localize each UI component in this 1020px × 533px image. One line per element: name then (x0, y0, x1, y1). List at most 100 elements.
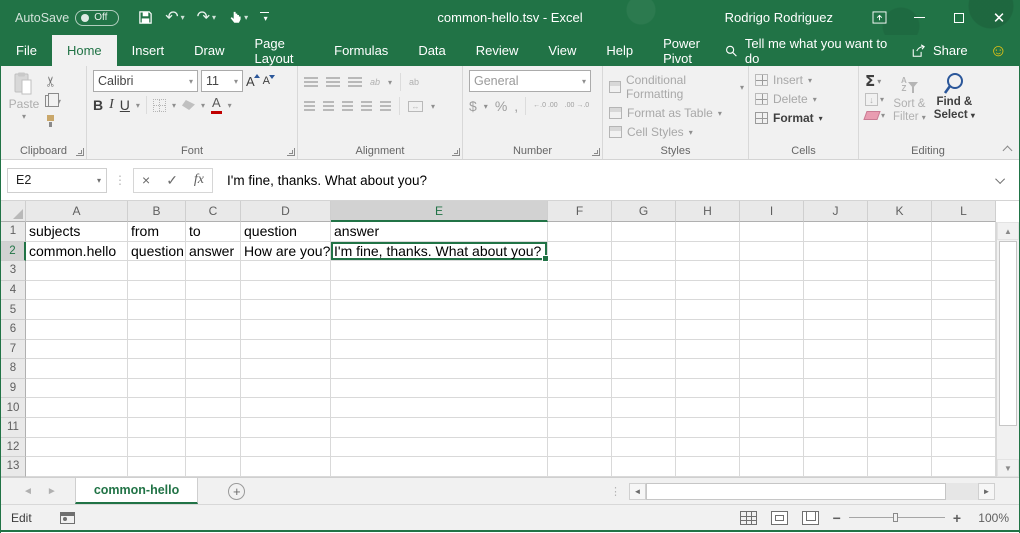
cell-B13[interactable] (128, 457, 186, 477)
fill-color-button[interactable] (182, 100, 195, 110)
cell-E13[interactable] (331, 457, 548, 477)
vertical-scrollbar-thumb[interactable] (999, 241, 1017, 426)
column-header-I[interactable]: I (740, 201, 804, 222)
cell-D6[interactable] (241, 320, 331, 340)
row-header-8[interactable]: 8 (1, 359, 26, 379)
ribbon-tab-file[interactable]: File (1, 35, 52, 66)
cell-A7[interactable] (26, 340, 128, 360)
cell-B12[interactable] (128, 438, 186, 458)
ribbon-tab-draw[interactable]: Draw (179, 35, 239, 66)
copy-button[interactable]: ▾ (45, 93, 61, 109)
maximize-button[interactable] (939, 0, 979, 35)
cell-E1[interactable]: answer (331, 222, 548, 242)
cell-G5[interactable] (612, 300, 676, 320)
vertical-scrollbar-track[interactable] (997, 427, 1019, 459)
cell-A4[interactable] (26, 281, 128, 301)
customize-qat-button[interactable]: ▾ (255, 5, 274, 31)
cell-G11[interactable] (612, 418, 676, 438)
cell-F10[interactable] (548, 398, 612, 418)
cell-A6[interactable] (26, 320, 128, 340)
cell-L1[interactable] (932, 222, 996, 242)
cell-A9[interactable] (26, 379, 128, 399)
comma-format-button[interactable]: , (514, 98, 518, 114)
cell-F11[interactable] (548, 418, 612, 438)
find-select-button[interactable]: Find & Select ▾ (934, 72, 975, 142)
touch-mouse-mode-button[interactable]: ▾ (223, 5, 253, 31)
autosum-button[interactable]: Σ▾ (865, 72, 885, 90)
cell-A12[interactable] (26, 438, 128, 458)
select-all-button[interactable] (1, 201, 26, 222)
cell-K13[interactable] (868, 457, 932, 477)
cell-K7[interactable] (868, 340, 932, 360)
scroll-down-arrow[interactable]: ▼ (997, 459, 1019, 477)
cell-K1[interactable] (868, 222, 932, 242)
cell-D8[interactable] (241, 359, 331, 379)
cell-B7[interactable] (128, 340, 186, 360)
cell-I11[interactable] (740, 418, 804, 438)
cut-button[interactable]: ✂ (45, 73, 61, 89)
cell-G4[interactable] (612, 281, 676, 301)
row-header-9[interactable]: 9 (1, 379, 26, 399)
cell-H13[interactable] (676, 457, 740, 477)
cell-B1[interactable]: from (128, 222, 186, 242)
tell-me-box[interactable]: Tell me what you want to do (725, 36, 889, 66)
cell-H8[interactable] (676, 359, 740, 379)
underline-button[interactable]: U (120, 97, 130, 113)
cell-H6[interactable] (676, 320, 740, 340)
cell-F4[interactable] (548, 281, 612, 301)
cell-B8[interactable] (128, 359, 186, 379)
cell-E11[interactable] (331, 418, 548, 438)
underline-dropdown-icon[interactable]: ▾ (136, 101, 140, 110)
cell-C1[interactable]: to (186, 222, 241, 242)
conditional-formatting-button[interactable]: Conditional Formatting▾ (609, 73, 744, 101)
cell-H10[interactable] (676, 398, 740, 418)
sheet-tab-common-hello[interactable]: common-hello (75, 478, 198, 504)
previous-sheet-arrow[interactable]: ◄ (23, 486, 33, 497)
cell-F13[interactable] (548, 457, 612, 477)
cell-I10[interactable] (740, 398, 804, 418)
cell-J3[interactable] (804, 261, 868, 281)
horizontal-scrollbar-track[interactable] (946, 483, 978, 500)
zoom-in-button[interactable]: + (953, 510, 961, 526)
increase-indent-button[interactable] (380, 101, 391, 111)
cell-B9[interactable] (128, 379, 186, 399)
cell-H9[interactable] (676, 379, 740, 399)
cell-C5[interactable] (186, 300, 241, 320)
cell-L8[interactable] (932, 359, 996, 379)
name-box[interactable]: E2 ▾ (7, 168, 107, 193)
format-painter-button[interactable] (45, 113, 61, 129)
insert-cells-button[interactable]: Insert▾ (755, 73, 823, 87)
column-header-L[interactable]: L (932, 201, 996, 222)
ribbon-tab-help[interactable]: Help (591, 35, 648, 66)
italic-button[interactable]: I (109, 97, 114, 113)
decrease-indent-button[interactable] (361, 101, 372, 111)
cell-F12[interactable] (548, 438, 612, 458)
cell-B10[interactable] (128, 398, 186, 418)
ribbon-tab-formulas[interactable]: Formulas (319, 35, 403, 66)
cell-H11[interactable] (676, 418, 740, 438)
cell-G10[interactable] (612, 398, 676, 418)
cell-A13[interactable] (26, 457, 128, 477)
close-button[interactable]: ✕ (979, 0, 1019, 35)
ribbon-tab-data[interactable]: Data (403, 35, 460, 66)
cell-E10[interactable] (331, 398, 548, 418)
alignment-dialog-launcher[interactable] (452, 148, 460, 156)
tab-scroll-divider[interactable]: ⋮ (610, 485, 629, 498)
cell-styles-button[interactable]: Cell Styles▾ (609, 125, 744, 139)
align-center-button[interactable] (323, 101, 334, 111)
cell-B5[interactable] (128, 300, 186, 320)
formula-bar-divider[interactable]: ⋮ (107, 173, 133, 187)
row-header-2[interactable]: 2 (1, 242, 26, 262)
cell-G7[interactable] (612, 340, 676, 360)
cell-K2[interactable] (868, 242, 932, 262)
cell-G8[interactable] (612, 359, 676, 379)
orientation-button[interactable]: ab (370, 78, 380, 87)
cell-H1[interactable] (676, 222, 740, 242)
row-header-13[interactable]: 13 (1, 457, 26, 477)
cell-L4[interactable] (932, 281, 996, 301)
row-header-1[interactable]: 1 (1, 222, 26, 242)
cell-E6[interactable] (331, 320, 548, 340)
cell-L7[interactable] (932, 340, 996, 360)
cell-G6[interactable] (612, 320, 676, 340)
cell-C6[interactable] (186, 320, 241, 340)
